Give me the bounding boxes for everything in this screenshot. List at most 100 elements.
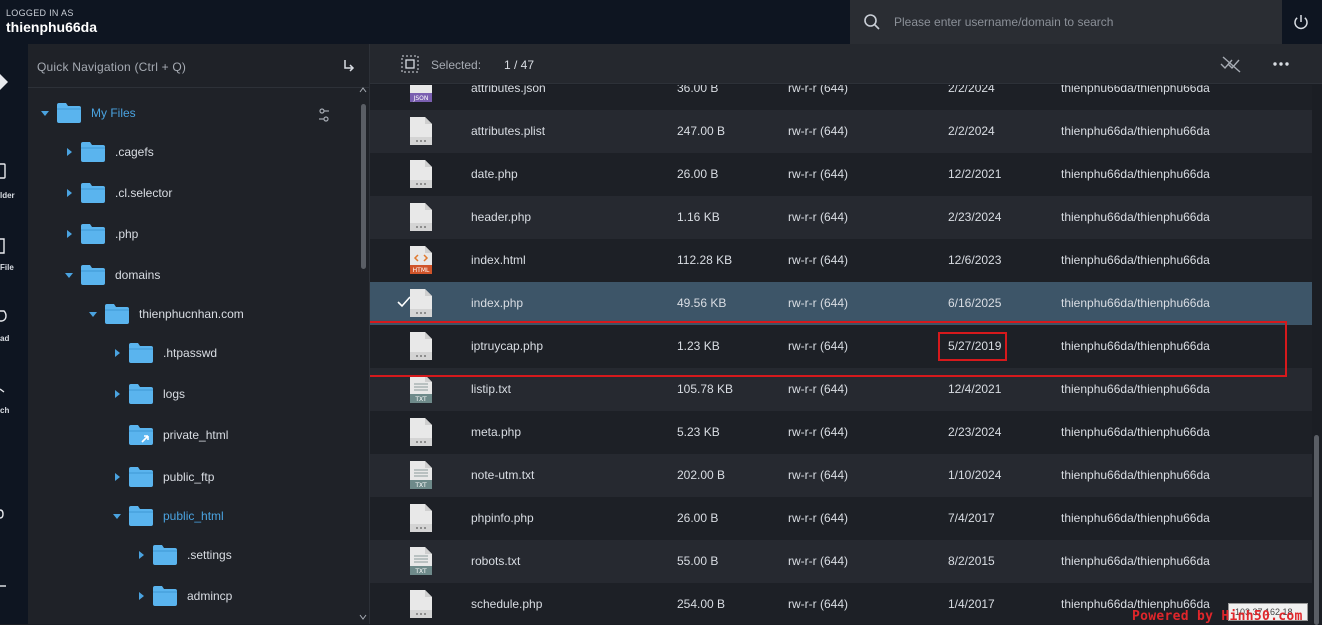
tree-node-label: domains: [115, 268, 161, 282]
file-owner: thienphu66da/thienphu66da: [1061, 253, 1210, 267]
tree-node[interactable]: public_ftp: [112, 462, 214, 492]
selected-label: Selected:: [431, 58, 482, 72]
file-row[interactable]: phpinfo.php 26.00 B rw-r-r (644) 7/4/2017 th…: [370, 497, 1312, 540]
tree-node-label: .cagefs: [115, 145, 154, 159]
more-options-icon[interactable]: [1272, 58, 1290, 70]
file-date: 2/2/2024: [948, 124, 995, 138]
file-toolbar: Selected: 1 / 47: [370, 44, 1322, 84]
file-size: 26.00 B: [677, 511, 719, 525]
file-row[interactable]: index.php 49.56 KB rw-r-r (644) 6/16/2025 th…: [370, 282, 1312, 325]
login-info: LOGGED IN AS thienphu66da: [6, 8, 97, 35]
tree-node-label: .settings: [187, 548, 232, 562]
tree-node[interactable]: thienphucnhan.com: [88, 299, 244, 329]
file-date: 2/23/2024: [948, 210, 1002, 224]
chevron-down-icon[interactable]: [88, 309, 98, 319]
file-date: 6/16/2025: [948, 296, 1002, 310]
scroll-down-icon[interactable]: [359, 614, 367, 620]
tree-node-label: public_ftp: [163, 470, 215, 484]
chevron-right-icon[interactable]: [64, 188, 74, 198]
file-name: attributes.json: [471, 85, 546, 95]
chevron-right-icon[interactable]: [136, 550, 146, 560]
filter-settings-icon[interactable]: [318, 108, 330, 122]
file-rows: schedule.php 254.00 B rw-r-r (644) 1/4/2017…: [370, 85, 1312, 624]
file-row[interactable]: date.php 26.00 B rw-r-r (644) 12/2/2021 thie…: [370, 153, 1312, 196]
file-date: 8/2/2015: [948, 554, 995, 568]
tree-node-label: .htpasswd: [163, 346, 218, 360]
tree-node[interactable]: .cagefs: [64, 137, 154, 167]
chevron-right-icon[interactable]: [112, 348, 122, 358]
tree-node[interactable]: domains: [64, 260, 160, 290]
power-icon[interactable]: [1292, 13, 1310, 31]
search-box[interactable]: [850, 0, 1282, 44]
file-date: 7/4/2017: [948, 511, 995, 525]
folder-icon: [129, 425, 153, 445]
file-owner: thienphu66da/thienphu66da: [1061, 511, 1210, 525]
tree-node[interactable]: private_html: [112, 420, 228, 450]
tree-node[interactable]: .htpasswd: [112, 338, 217, 368]
file-row[interactable]: HTML index.html 112.28 KB rw-r-r (644) 12/6/…: [370, 239, 1312, 282]
file-list-scroll-thumb[interactable]: [1314, 435, 1319, 625]
tree-node[interactable]: .settings: [136, 540, 232, 570]
chevron-right-icon[interactable]: [64, 229, 74, 239]
svg-text:JSON: JSON: [413, 95, 429, 102]
file-permissions: rw-r-r (644): [788, 425, 848, 439]
search-input[interactable]: [894, 15, 1274, 29]
tree-node[interactable]: public_html: [112, 501, 224, 531]
file-name: schedule.php: [471, 597, 543, 611]
chevron-down-icon[interactable]: [112, 511, 122, 521]
upload-icon[interactable]: [0, 308, 8, 324]
file-size: 247.00 B: [677, 124, 726, 138]
enter-arrow-icon[interactable]: [342, 59, 356, 73]
file-icon: HTML: [410, 246, 432, 274]
chevron-right-icon[interactable]: [136, 591, 146, 601]
folder-icon: [129, 506, 153, 526]
folder-icon: [153, 586, 177, 606]
file-row[interactable]: attributes.plist 247.00 B rw-r-r (644) 2/2/…: [370, 110, 1312, 153]
rail-label-upload: ad: [0, 334, 10, 343]
file-list-scrollbar[interactable]: [1312, 85, 1322, 625]
chevron-down-icon[interactable]: [64, 270, 74, 280]
search-rail-icon[interactable]: [0, 386, 8, 400]
tree-scroll-thumb[interactable]: [361, 104, 366, 269]
svg-text:TXT: TXT: [414, 568, 427, 575]
username: thienphu66da: [6, 19, 98, 35]
rail-label-search: ch: [0, 406, 10, 415]
file-name: index.html: [471, 253, 526, 267]
rail-label-file: File: [0, 263, 14, 272]
new-file-icon[interactable]: [0, 238, 6, 254]
svg-text:TXT: TXT: [414, 396, 427, 403]
file-name: date.php: [471, 167, 518, 181]
file-row[interactable]: TXT robots.txt 55.00 B rw-r-r (644) 8/2/2015…: [370, 540, 1312, 583]
chevron-down-icon[interactable]: [40, 108, 50, 118]
link-icon[interactable]: [0, 506, 6, 520]
file-icon: [410, 504, 432, 532]
tree-node[interactable]: .cl.selector: [64, 178, 172, 208]
new-folder-icon[interactable]: [0, 163, 6, 179]
tree-node[interactable]: .php: [64, 219, 138, 249]
select-all-icon[interactable]: [401, 55, 419, 73]
file-row[interactable]: JSON attributes.json 36.00 B rw-r-r (644) 2/…: [370, 85, 1312, 110]
scroll-up-icon[interactable]: [359, 87, 367, 93]
top-bar: LOGGED IN AS thienphu66da: [0, 0, 1322, 44]
tree-node[interactable]: admincp: [136, 581, 232, 611]
file-size: 112.28 KB: [677, 253, 733, 267]
play-icon[interactable]: [0, 74, 10, 90]
chevron-right-icon[interactable]: [64, 147, 74, 157]
file-permissions: rw-r-r (644): [788, 468, 848, 482]
file-date: 12/6/2023: [948, 253, 1002, 267]
quick-navigation[interactable]: Quick Navigation (Ctrl + Q): [28, 44, 370, 88]
file-date: 1/4/2017: [948, 597, 995, 611]
folder-icon: [129, 384, 153, 404]
tree-node[interactable]: logs: [112, 379, 185, 409]
file-row[interactable]: header.php 1.16 KB rw-r-r (644) 2/23/2024 th…: [370, 196, 1312, 239]
folder-icon: [129, 467, 153, 487]
file-row[interactable]: TXT note-utm.txt 202.00 B rw-r-r (644) 1/10/…: [370, 454, 1312, 497]
login-label: LOGGED IN AS: [6, 8, 74, 18]
chevron-right-icon[interactable]: [112, 472, 122, 482]
folder-icon: [81, 142, 105, 162]
file-row[interactable]: meta.php 5.23 KB rw-r-r (644) 2/23/2024 thie…: [370, 411, 1312, 454]
file-date: 2/23/2024: [948, 425, 1002, 439]
chevron-right-icon[interactable]: [112, 389, 122, 399]
tree-node[interactable]: My Files: [40, 98, 136, 128]
deselect-all-icon[interactable]: [1220, 55, 1242, 73]
